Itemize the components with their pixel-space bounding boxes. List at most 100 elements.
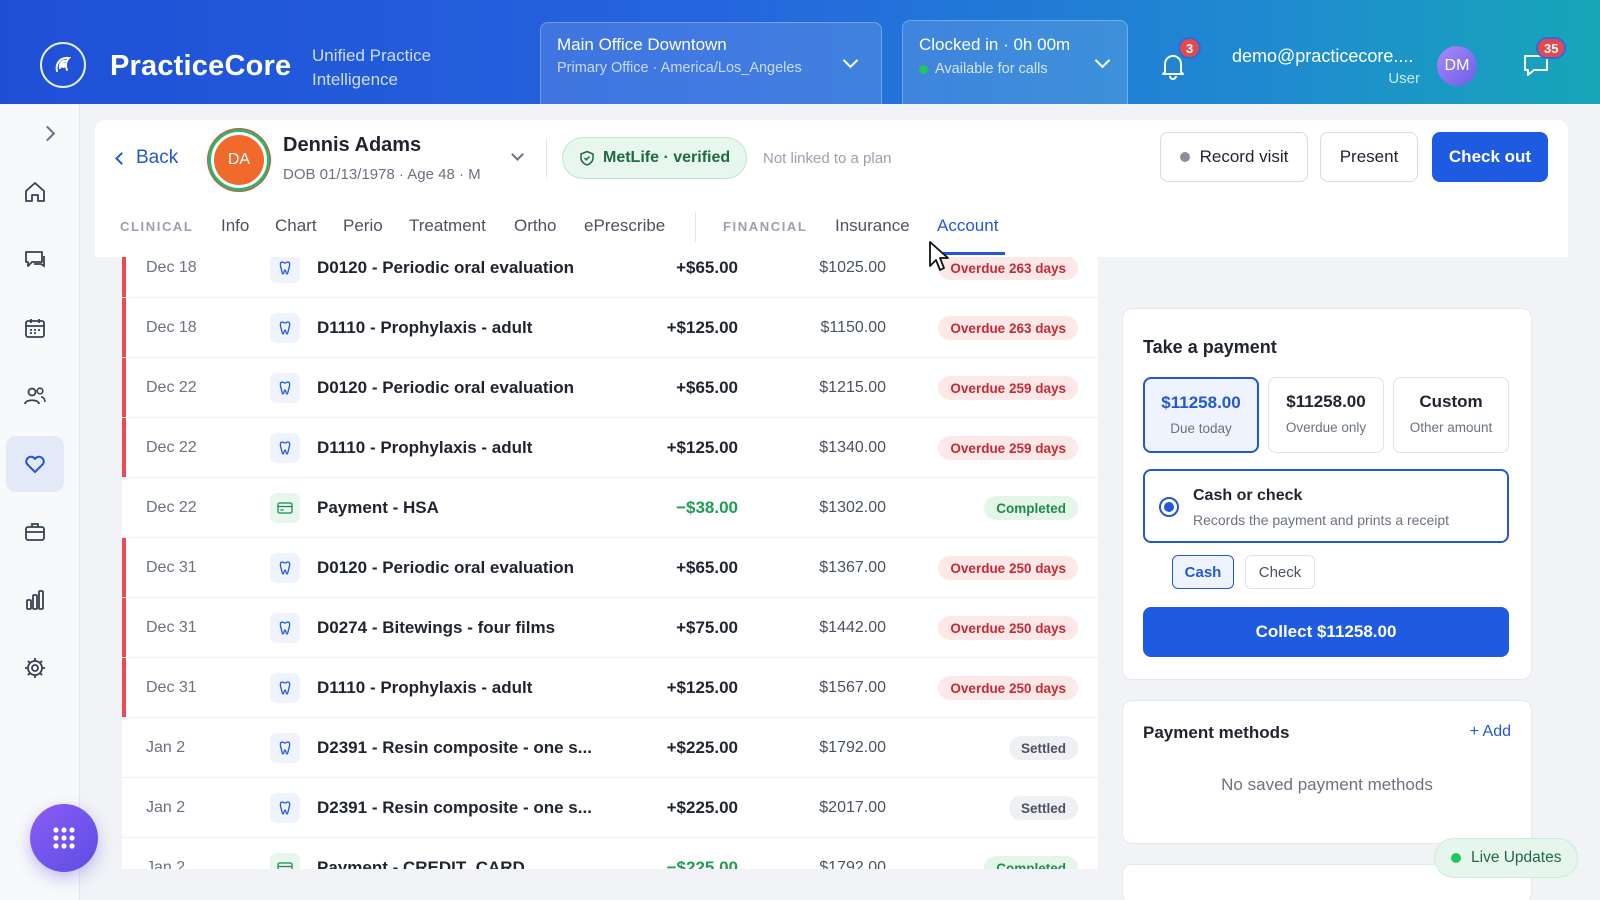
sidebar-item-settings[interactable] xyxy=(6,640,64,696)
tab-perio[interactable]: Perio xyxy=(343,216,383,236)
ledger-description: D1110 - Prophylaxis - adult xyxy=(317,438,533,457)
ledger-row[interactable]: Dec 22 D0120 - Periodic oral evaluation +$… xyxy=(122,358,1098,418)
ledger-date: Jan 2 xyxy=(146,799,186,816)
check-out-button[interactable]: Check out xyxy=(1432,132,1548,182)
chat-icon xyxy=(25,251,45,268)
check-toggle[interactable]: Check xyxy=(1245,555,1315,589)
ledger-balance: $1367.00 xyxy=(819,559,886,576)
tooth-icon xyxy=(270,373,300,403)
patient-avatar[interactable]: DA xyxy=(211,132,267,188)
patient-header: Back DA Dennis Adams DOB 01/13/1978 · Ag… xyxy=(95,120,1568,257)
account-ledger: Dec 18 D0120 - Periodic oral evaluation +$… xyxy=(122,257,1098,869)
tab-eprescribe[interactable]: ePrescribe xyxy=(584,216,665,236)
ledger-balance: $1302.00 xyxy=(819,499,886,516)
availability-status: Available for calls xyxy=(919,61,1111,77)
add-payment-method-link[interactable]: + Add xyxy=(1470,723,1511,741)
tab-account[interactable]: Account xyxy=(937,216,998,236)
sidebar-item-home[interactable] xyxy=(6,164,64,220)
patients-icon xyxy=(24,387,46,405)
option-amount: $11258.00 xyxy=(1286,392,1366,411)
brand-logo-icon[interactable] xyxy=(40,42,86,88)
tooth-icon xyxy=(270,313,300,343)
patient-name[interactable]: Dennis Adams xyxy=(283,134,421,157)
tab-group-financial: FINANCIAL xyxy=(723,219,808,234)
payment-option-custom[interactable]: Custom Other amount xyxy=(1393,377,1509,453)
ledger-balance: $1340.00 xyxy=(819,439,886,456)
payment-option-due-today[interactable]: $11258.00 Due today xyxy=(1143,377,1259,453)
sidebar-item-calendar[interactable] xyxy=(6,300,64,356)
user-role: User xyxy=(1388,70,1420,87)
tab-divider xyxy=(695,212,696,242)
ledger-amount: +$125.00 xyxy=(666,438,738,457)
ledger-row[interactable]: Dec 22 Payment - HSA −$38.00 $1302.00 Comple… xyxy=(122,478,1098,538)
ledger-row[interactable]: Jan 2 D2391 - Resin composite - one s... +… xyxy=(122,778,1098,838)
ledger-status-badge: Overdue 250 days xyxy=(938,556,1078,580)
tooth-icon xyxy=(270,673,300,703)
ledger-amount: +$125.00 xyxy=(666,318,738,337)
ledger-row[interactable]: Dec 31 D1110 - Prophylaxis - adult +$125.0… xyxy=(122,658,1098,718)
user-avatar[interactable]: DM xyxy=(1437,46,1477,86)
take-payment-title: Take a payment xyxy=(1143,337,1277,357)
ledger-row[interactable]: Dec 31 D0274 - Bitewings - four films +$75… xyxy=(122,598,1098,658)
ledger-date: Dec 22 xyxy=(146,379,197,396)
ledger-amount: +$65.00 xyxy=(676,558,738,577)
ledger-date: Dec 31 xyxy=(146,559,197,576)
sidebar-item-patients[interactable] xyxy=(6,368,64,424)
ledger-row[interactable]: Jan 2 Payment - CREDIT_CARD −$225.00 $1792.… xyxy=(122,838,1098,869)
live-updates-indicator[interactable]: Live Updates xyxy=(1434,838,1579,878)
payment-methods-title: Payment methods xyxy=(1143,723,1290,742)
ledger-status-badge: Overdue 263 days xyxy=(938,257,1078,280)
clock-status-selector[interactable]: Clocked in · 0h 00m Available for calls xyxy=(902,20,1128,104)
ledger-balance: $1442.00 xyxy=(819,619,886,636)
heart-icon xyxy=(25,455,45,473)
credit-card-icon xyxy=(270,853,300,869)
availability-label: Available for calls xyxy=(935,61,1048,77)
ledger-amount: +$75.00 xyxy=(676,618,738,637)
sidebar-item-reports[interactable] xyxy=(6,572,64,628)
tab-treatment[interactable]: Treatment xyxy=(409,216,486,236)
ledger-status-badge: Overdue 259 days xyxy=(938,376,1078,400)
location-title: Main Office Downtown xyxy=(557,35,727,54)
top-bar: PracticeCore Unified Practice Intelligen… xyxy=(0,0,1600,104)
live-dot-icon xyxy=(1451,853,1461,863)
ledger-date: Dec 18 xyxy=(146,259,197,276)
ledger-description: D2391 - Resin composite - one s... xyxy=(317,738,592,757)
collect-payment-button[interactable]: Collect $11258.00 xyxy=(1143,607,1509,657)
ledger-description: D2391 - Resin composite - one s... xyxy=(317,798,592,817)
tab-info[interactable]: Info xyxy=(221,216,249,236)
settings-icon xyxy=(25,658,45,678)
tooth-icon xyxy=(270,733,300,763)
payment-option-overdue-only[interactable]: $11258.00 Overdue only xyxy=(1268,377,1384,453)
record-visit-button[interactable]: Record visit xyxy=(1160,132,1308,182)
method-title: Cash or check xyxy=(1193,487,1303,504)
ledger-row[interactable]: Dec 22 D1110 - Prophylaxis - adult +$125.0… xyxy=(122,418,1098,478)
option-amount: $11258.00 xyxy=(1161,393,1241,412)
sidebar-item-health[interactable] xyxy=(6,436,64,492)
present-button[interactable]: Present xyxy=(1320,132,1418,182)
ledger-row[interactable]: Dec 18 D1110 - Prophylaxis - adult +$125.0… xyxy=(122,298,1098,358)
ledger-amount: −$225.00 xyxy=(666,858,738,869)
user-email[interactable]: demo@practicecore.... xyxy=(1232,46,1413,67)
ledger-amount: +$225.00 xyxy=(666,798,738,817)
sidebar-item-business[interactable] xyxy=(6,504,64,560)
payment-method-cash-or-check[interactable]: Cash or check Records the payment and pr… xyxy=(1143,469,1509,543)
sidebar-item-messages[interactable] xyxy=(6,232,64,288)
cash-toggle[interactable]: Cash xyxy=(1172,555,1234,589)
ledger-row[interactable]: Dec 31 D0120 - Periodic oral evaluation +$… xyxy=(122,538,1098,598)
patient-switcher-chevron-icon[interactable] xyxy=(511,148,524,161)
expand-sidebar-icon[interactable] xyxy=(39,125,56,142)
apps-launcher-button[interactable] xyxy=(30,804,98,872)
insurance-status-badge[interactable]: MetLife · verified xyxy=(562,137,748,179)
ledger-amount: +$65.00 xyxy=(676,378,738,397)
tooth-icon xyxy=(270,257,300,283)
ledger-date: Dec 18 xyxy=(146,319,197,336)
tab-insurance[interactable]: Insurance xyxy=(835,216,910,236)
tab-ortho[interactable]: Ortho xyxy=(514,216,557,236)
brand-tagline: Unified Practice Intelligence xyxy=(312,46,432,89)
ledger-row[interactable]: Jan 2 D2391 - Resin composite - one s... +… xyxy=(122,718,1098,778)
record-dot-icon xyxy=(1179,152,1190,162)
tab-chart[interactable]: Chart xyxy=(275,216,317,236)
location-selector[interactable]: Main Office Downtown Primary Office · Am… xyxy=(540,22,882,104)
back-button[interactable]: Back xyxy=(115,147,178,169)
ledger-date: Jan 2 xyxy=(146,739,186,756)
